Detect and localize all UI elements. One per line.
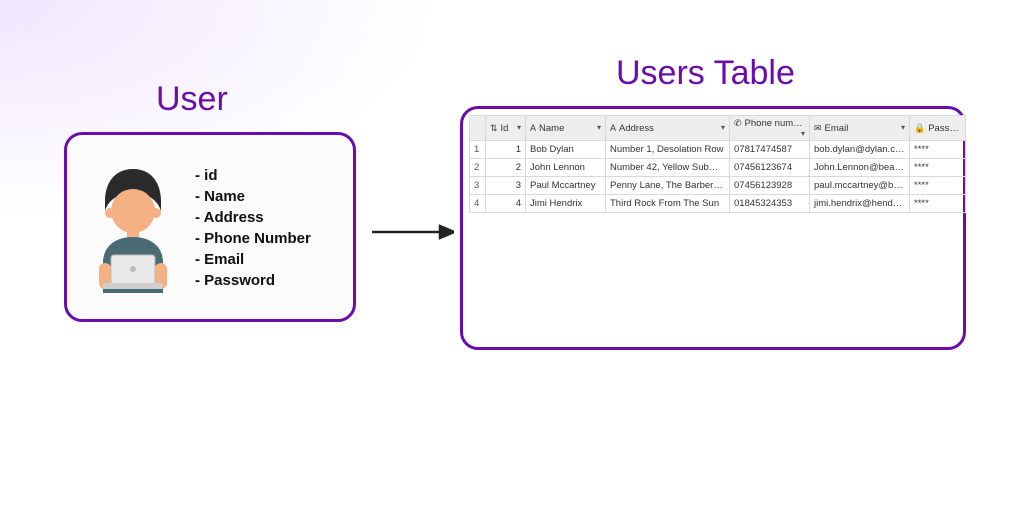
chevron-down-icon: ▾ (801, 129, 805, 138)
col-rownum[interactable] (470, 116, 486, 141)
cell-email: John.Lennon@beatles.c… (810, 159, 910, 177)
cell-id: 4 (486, 195, 526, 213)
attr-item: - Phone Number (195, 228, 311, 249)
users-table-card: ⇅Id▾ AName▾ AAddress▾ ✆Phone number▾ ✉Em… (460, 106, 966, 350)
cell-name: Bob Dylan (526, 141, 606, 159)
phone-icon: ✆ (734, 118, 742, 128)
chevron-down-icon: ▾ (517, 123, 521, 132)
person-laptop-icon (85, 163, 181, 293)
cell-email: jimi.hendrix@hendrix.co… (810, 195, 910, 213)
sort-icon: ⇅ (490, 123, 498, 133)
attr-item: - Address (195, 207, 311, 228)
chevron-down-icon: ▾ (721, 123, 725, 132)
arrow-icon (372, 222, 454, 242)
cell-password: **** (910, 195, 966, 213)
attr-item: - id (195, 165, 311, 186)
cell-name: John Lennon (526, 159, 606, 177)
cell-rownum: 4 (470, 195, 486, 213)
table-row[interactable]: 22John LennonNumber 42, Yellow Submarine… (470, 159, 966, 177)
title-users-table: Users Table (616, 54, 795, 93)
cell-id: 3 (486, 177, 526, 195)
text-icon: A (610, 123, 616, 133)
user-card: - id - Name - Address - Phone Number - E… (64, 132, 356, 322)
table-row[interactable]: 44Jimi HendrixThird Rock From The Sun018… (470, 195, 966, 213)
cell-email: paul.mccartney@beatl… (810, 177, 910, 195)
cell-phone: 07456123928 (730, 177, 810, 195)
cell-phone: 07817474587 (730, 141, 810, 159)
col-password[interactable]: 🔒Password (910, 116, 966, 141)
cell-id: 2 (486, 159, 526, 177)
col-name[interactable]: AName▾ (526, 116, 606, 141)
chevron-down-icon: ▾ (597, 123, 601, 132)
cell-rownum: 1 (470, 141, 486, 159)
cell-password: **** (910, 159, 966, 177)
table-row[interactable]: 11Bob DylanNumber 1, Desolation Row07817… (470, 141, 966, 159)
attr-item: - Password (195, 270, 311, 291)
users-table: ⇅Id▾ AName▾ AAddress▾ ✆Phone number▾ ✉Em… (469, 115, 966, 213)
user-attribute-list: - id - Name - Address - Phone Number - E… (195, 165, 311, 291)
attr-item: - Email (195, 249, 311, 270)
cell-rownum: 2 (470, 159, 486, 177)
col-phone[interactable]: ✆Phone number▾ (730, 116, 810, 141)
attr-item: - Name (195, 186, 311, 207)
cell-email: bob.dylan@dylan.com (810, 141, 910, 159)
text-icon: A (530, 123, 536, 133)
mail-icon: ✉ (814, 123, 822, 133)
cell-address: Third Rock From The Sun (606, 195, 730, 213)
chevron-down-icon: ▾ (901, 123, 905, 132)
cell-phone: 01845324353 (730, 195, 810, 213)
cell-rownum: 3 (470, 177, 486, 195)
cell-address: Number 42, Yellow Submarine (606, 159, 730, 177)
table-header-row: ⇅Id▾ AName▾ AAddress▾ ✆Phone number▾ ✉Em… (470, 116, 966, 141)
cell-id: 1 (486, 141, 526, 159)
lock-icon: 🔒 (914, 123, 925, 133)
cell-name: Jimi Hendrix (526, 195, 606, 213)
col-email[interactable]: ✉Email▾ (810, 116, 910, 141)
cell-phone: 07456123674 (730, 159, 810, 177)
table-row[interactable]: 33Paul MccartneyPenny Lane, The Barber S… (470, 177, 966, 195)
col-address[interactable]: AAddress▾ (606, 116, 730, 141)
cell-address: Penny Lane, The Barber Shop (606, 177, 730, 195)
cell-password: **** (910, 177, 966, 195)
cell-name: Paul Mccartney (526, 177, 606, 195)
col-id[interactable]: ⇅Id▾ (486, 116, 526, 141)
cell-address: Number 1, Desolation Row (606, 141, 730, 159)
cell-password: **** (910, 141, 966, 159)
title-user: User (156, 80, 228, 119)
